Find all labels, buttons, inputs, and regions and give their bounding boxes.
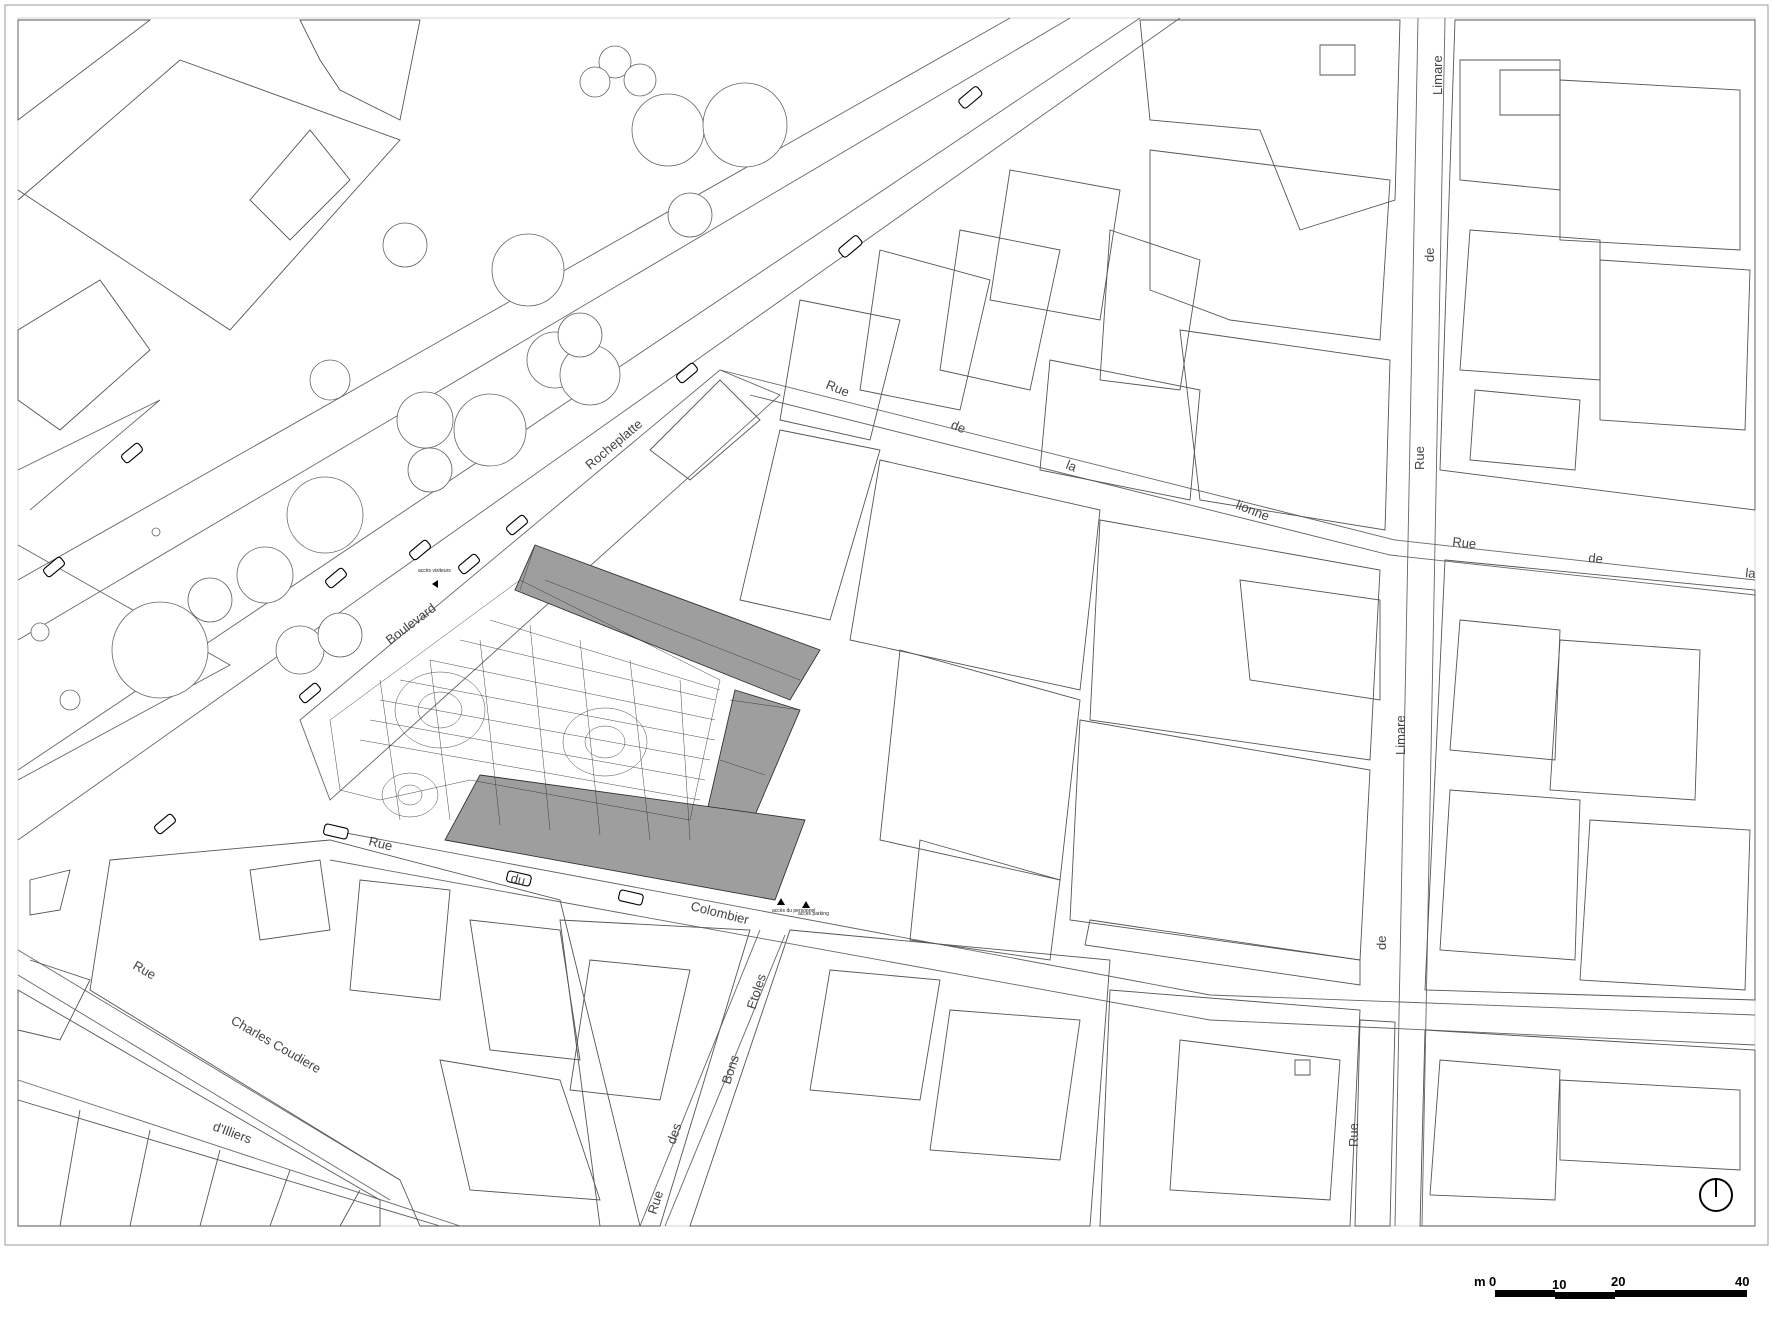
label-rue-lionne-4: lionne [1234, 497, 1272, 524]
label-rue-lionne-3: la [1064, 457, 1080, 475]
label-rue-charles-2: Charles Coudiere [229, 1013, 324, 1077]
label-access-parking: accès parking [798, 911, 829, 917]
scale-tick-10: 10 [1552, 1277, 1566, 1292]
label-limare-top-2: de [1422, 248, 1437, 262]
label-limare-mid-2: de [1374, 936, 1389, 950]
label-limare-bottom: Rue [1346, 1123, 1361, 1147]
label-rue-lionne-2: de [949, 417, 968, 436]
roof-north-wing [514, 544, 821, 701]
label-boulevard: Boulevard [383, 600, 439, 647]
scale-tick-40: 40 [1735, 1274, 1749, 1289]
project-buildings [444, 544, 821, 901]
label-rocheplatte: Rocheplatte [582, 416, 645, 472]
map-frame [4, 4, 1769, 1246]
label-limare-top-3: Rue [1412, 446, 1427, 470]
site-plan-map: Boulevard Rocheplatte Rue du Colombier R… [4, 4, 1769, 1299]
scale-tick-20: 20 [1611, 1274, 1625, 1289]
label-rue-bons-4: Etoles [744, 971, 770, 1010]
label-rue-de-right-1: Rue [1452, 534, 1477, 551]
street-labels: Boulevard Rocheplatte Rue du Colombier R… [131, 55, 1758, 1216]
scale-bar: m 0 10 20 40 [1474, 1274, 1749, 1299]
scale-tick-0: 0 [1489, 1274, 1496, 1289]
label-rue-lionne-1: Rue [824, 377, 852, 400]
scale-unit: m [1474, 1274, 1486, 1289]
north-arrow-icon [1699, 1178, 1733, 1212]
label-rue-charles-1: Rue [131, 958, 159, 983]
label-limare-mid-1: Limare [1393, 715, 1408, 755]
label-access-visiteurs: accès visiteurs [418, 568, 451, 574]
label-rue-de-right-2: de [1588, 550, 1604, 566]
label-rue-bons-1: Rue [645, 1189, 667, 1216]
label-limare-top-1: Limare [1430, 55, 1445, 95]
